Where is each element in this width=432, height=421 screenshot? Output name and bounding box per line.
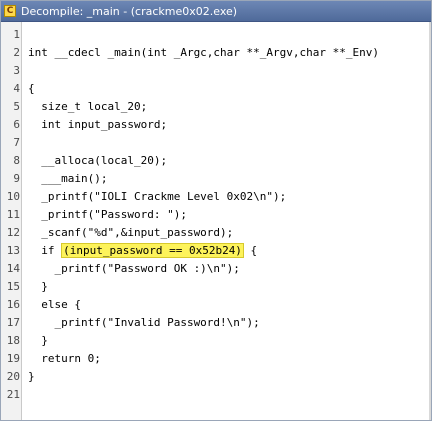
line-number: 15 [6, 280, 20, 293]
line-number: 16 [6, 298, 20, 311]
line-number: 1 [13, 28, 20, 41]
code-line[interactable]: 2 int __cdecl _main(int _Argc,char **_Arg… [1, 44, 431, 62]
code-text: int input_password; [28, 118, 168, 131]
code-text: return 0; [28, 352, 101, 365]
line-number: 11 [6, 208, 20, 221]
code-listing[interactable]: 1 2 int __cdecl _main(int _Argc,char **_Ar… [1, 22, 431, 420]
line-number: 13 [6, 244, 20, 257]
code-text: } [28, 280, 48, 293]
code-text: int __cdecl _main(int _Argc,char **_Argv… [28, 46, 379, 59]
line-number: 5 [13, 100, 20, 113]
code-text: if (input_password == 0x52b24) { [28, 242, 257, 260]
code-line[interactable]: 14 _printf("Password OK :)\n"); [1, 260, 431, 278]
code-line[interactable]: 9 ___main(); [1, 170, 431, 188]
code-text-segment: if [28, 244, 62, 257]
code-text: _printf("Invalid Password!\n"); [28, 316, 260, 329]
window-title: Decompile: _main - (crackme0x02.exe) [21, 4, 238, 18]
code-line[interactable]: 3 [1, 62, 431, 80]
line-number: 19 [6, 352, 20, 365]
line-number: 3 [13, 64, 20, 77]
line-number: 14 [6, 262, 20, 275]
line-number: 17 [6, 316, 20, 329]
line-number: 4 [13, 82, 20, 95]
code-line[interactable]: 21 [1, 386, 431, 404]
title-bar[interactable]: C Decompile: _main - (crackme0x02.exe) [1, 1, 431, 22]
line-number: 20 [6, 370, 20, 383]
highlighted-condition[interactable]: (input_password == 0x52b24) [61, 243, 244, 258]
code-line[interactable]: 13 if (input_password == 0x52b24) { [1, 242, 431, 260]
code-text: ___main(); [28, 172, 108, 185]
code-line[interactable]: 15 } [1, 278, 431, 296]
code-text: _printf("Password: "); [28, 208, 187, 221]
decompile-icon-glyph: C [6, 5, 14, 16]
line-number: 9 [13, 172, 20, 185]
code-line[interactable]: 17 _printf("Invalid Password!\n"); [1, 314, 431, 332]
decompiler-window: C Decompile: _main - (crackme0x02.exe) 1… [0, 0, 432, 421]
line-number: 8 [13, 154, 20, 167]
code-text: { [28, 82, 35, 95]
code-text: __alloca(local_20); [28, 154, 168, 167]
code-line[interactable]: 19 return 0; [1, 350, 431, 368]
line-number: 21 [6, 388, 20, 401]
line-number: 10 [6, 190, 20, 203]
code-line[interactable]: 12 _scanf("%d",&input_password); [1, 224, 431, 242]
code-text: else { [28, 298, 81, 311]
line-number: 12 [6, 226, 20, 239]
vertical-scrollbar[interactable] [429, 22, 431, 420]
code-text: size_t local_20; [28, 100, 148, 113]
code-line[interactable]: 10 _printf("IOLI Crackme Level 0x02\n"); [1, 188, 431, 206]
code-line[interactable]: 5 size_t local_20; [1, 98, 431, 116]
code-line[interactable]: 6 int input_password; [1, 116, 431, 134]
code-text: _printf("Password OK :)\n"); [28, 262, 240, 275]
decompile-icon: C [4, 5, 16, 17]
code-line[interactable]: 1 [1, 26, 431, 44]
line-number: 2 [13, 46, 20, 59]
code-line[interactable]: 11 _printf("Password: "); [1, 206, 431, 224]
code-line[interactable]: 8 __alloca(local_20); [1, 152, 431, 170]
code-text-segment: { [243, 244, 258, 257]
line-number: 6 [13, 118, 20, 131]
code-text: _printf("IOLI Crackme Level 0x02\n"); [28, 190, 287, 203]
line-number: 7 [13, 136, 20, 149]
code-text: _scanf("%d",&input_password); [28, 226, 234, 239]
code-line[interactable]: 7 [1, 134, 431, 152]
line-number: 18 [6, 334, 20, 347]
code-text: } [28, 370, 35, 383]
code-line[interactable]: 16 else { [1, 296, 431, 314]
code-line[interactable]: 18 } [1, 332, 431, 350]
code-line[interactable]: 4{ [1, 80, 431, 98]
code-line[interactable]: 20} [1, 368, 431, 386]
code-text: } [28, 334, 48, 347]
